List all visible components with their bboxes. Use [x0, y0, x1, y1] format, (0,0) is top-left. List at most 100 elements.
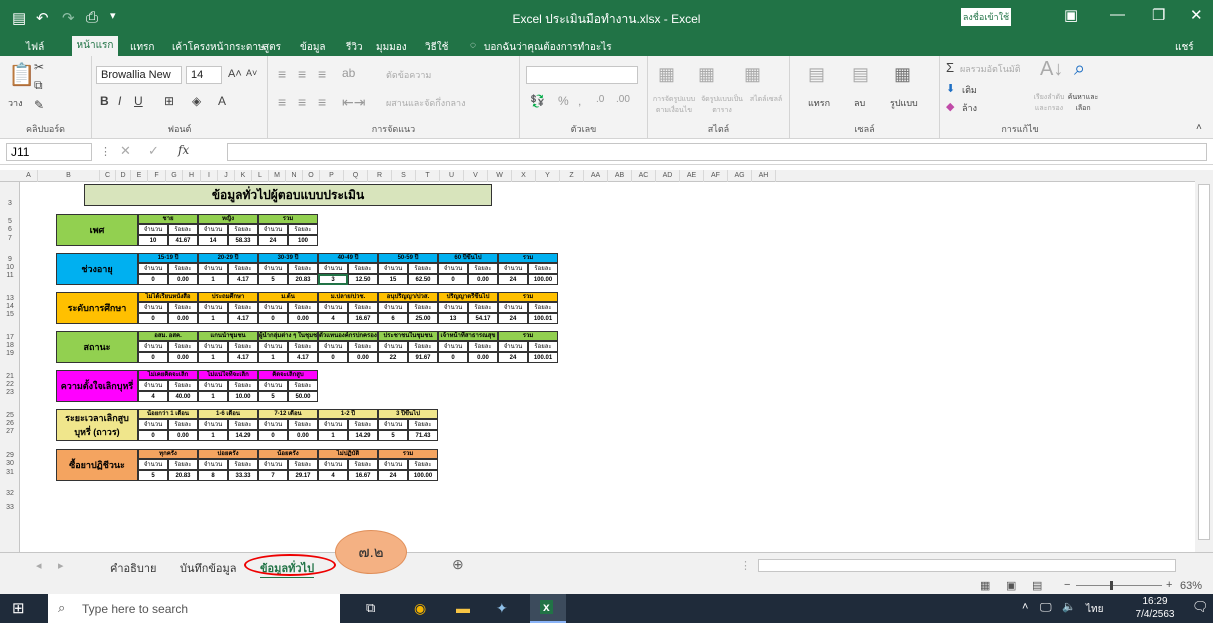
column-group-header[interactable]: ม.ปลาย/ปวช. [318, 292, 378, 302]
conditional-format-button[interactable]: การจัดรูปแบบตามเงื่อนไข [650, 94, 698, 116]
column-group-header[interactable]: รวม [498, 292, 558, 302]
subheader-cell[interactable]: จำนวน [258, 380, 288, 391]
zoom-out-icon[interactable]: − [1064, 579, 1070, 591]
input-language[interactable]: ไทย [1086, 602, 1103, 617]
subheader-cell[interactable]: จำนวน [138, 224, 168, 235]
value-cell[interactable]: 100 [288, 235, 318, 246]
clock-time[interactable]: 16:29 [1132, 596, 1178, 607]
row-header[interactable]: 33 [0, 504, 20, 511]
value-cell[interactable]: 1 [258, 352, 288, 363]
subheader-cell[interactable]: ร้อยละ [288, 380, 318, 391]
column-group-header[interactable]: รวม [498, 331, 558, 341]
row-header[interactable]: 13 [0, 295, 20, 302]
format-table-icon[interactable]: ▦ [698, 64, 715, 85]
column-header[interactable]: Q [344, 170, 368, 182]
more-options-icon[interactable]: ⋮ [100, 145, 111, 158]
cut-icon[interactable]: ✂ [34, 60, 44, 74]
value-cell[interactable]: 0.00 [348, 352, 378, 363]
column-header[interactable]: U [440, 170, 464, 182]
row-header[interactable]: 19 [0, 350, 20, 357]
zoom-slider[interactable] [1076, 585, 1162, 586]
subheader-cell[interactable]: ร้อยละ [348, 341, 378, 352]
tab-review[interactable]: รีวิว [346, 40, 363, 55]
format-cells-button[interactable]: รูปแบบ [890, 96, 918, 110]
value-cell[interactable]: 0.00 [468, 274, 498, 285]
subheader-cell[interactable]: ร้อยละ [288, 419, 318, 430]
column-header[interactable]: Z [560, 170, 584, 182]
italic-icon[interactable]: I [118, 94, 121, 108]
column-header[interactable]: P [320, 170, 344, 182]
subheader-cell[interactable]: ร้อยละ [528, 302, 558, 313]
value-cell[interactable]: 0 [438, 352, 468, 363]
value-cell[interactable]: 13 [438, 313, 468, 324]
network-icon[interactable]: 🖵 [1040, 600, 1052, 615]
font-color-icon[interactable]: A [218, 94, 226, 108]
value-cell[interactable]: 0 [138, 352, 168, 363]
value-cell[interactable]: 5 [258, 274, 288, 285]
tab-page-layout[interactable]: เค้าโครงหน้ากระดาษ [172, 40, 265, 55]
column-group-header[interactable]: แกนนำชุมชน [198, 331, 258, 341]
align-left-icon[interactable]: ≡ [278, 94, 286, 110]
notifications-icon[interactable]: 🗨 [1192, 599, 1209, 615]
value-cell[interactable]: 4 [138, 391, 168, 402]
value-cell[interactable]: 62.50 [408, 274, 438, 285]
value-cell[interactable]: 24 [498, 352, 528, 363]
column-header[interactable]: E [131, 170, 148, 182]
fill-icon[interactable]: ⬇ [946, 82, 955, 95]
column-group-header[interactable]: ทุกครั้ง [138, 449, 198, 459]
row-header[interactable]: 29 [0, 452, 20, 459]
sort-filter-button[interactable]: เรียงลำดับและกรอง [1030, 92, 1068, 114]
column-group-header[interactable]: ผู้นำกลุ่มต่าง ๆ ในชุมชน [258, 331, 318, 341]
minimize-icon[interactable]: — [1110, 6, 1125, 23]
subheader-cell[interactable]: จำนวน [318, 419, 348, 430]
row-header[interactable]: 22 [0, 381, 20, 388]
column-group-header[interactable]: 1-2 ปี [318, 409, 378, 419]
value-cell[interactable]: 25.00 [408, 313, 438, 324]
value-cell[interactable]: 15 [378, 274, 408, 285]
page-break-view-icon[interactable]: ▤ [1032, 579, 1042, 592]
column-header[interactable]: H [183, 170, 201, 182]
subheader-cell[interactable]: จำนวน [378, 341, 408, 352]
value-cell[interactable]: 50.00 [288, 391, 318, 402]
paste-icon[interactable]: 📋 [8, 62, 35, 88]
excel-taskbar-button[interactable]: x [530, 594, 566, 623]
conditional-format-icon[interactable]: ▦ [658, 64, 675, 85]
value-cell[interactable]: 100.00 [528, 274, 558, 285]
row-header[interactable]: 11 [0, 272, 20, 279]
column-header[interactable]: K [235, 170, 252, 182]
column-group-header[interactable]: ปริญญาตรีขึ้นไป [438, 292, 498, 302]
subheader-cell[interactable]: ร้อยละ [408, 419, 438, 430]
find-select-button[interactable]: ค้นหาและเลือก [1066, 92, 1100, 114]
row-header[interactable]: 6 [0, 226, 20, 233]
column-group-header[interactable]: อสม. อสค. [138, 331, 198, 341]
tray-chevron-icon[interactable]: ˄ [1022, 601, 1028, 613]
number-format-box[interactable] [526, 66, 638, 84]
row-header[interactable]: 30 [0, 460, 20, 467]
tab-file[interactable]: ไฟล์ [26, 40, 44, 55]
zoom-in-icon[interactable]: + [1166, 579, 1172, 591]
tab-help[interactable]: วิธีใช้ [425, 40, 448, 55]
value-cell[interactable]: 0.00 [168, 274, 198, 285]
subheader-cell[interactable]: จำนวน [138, 341, 168, 352]
value-cell[interactable]: 1 [198, 352, 228, 363]
value-cell[interactable]: 0 [258, 313, 288, 324]
bold-icon[interactable]: B [100, 94, 109, 108]
tab-home[interactable]: หน้าแรก [72, 36, 118, 56]
paint-icon[interactable]: ✦ [496, 600, 508, 617]
subheader-cell[interactable]: จำนวน [438, 302, 468, 313]
subheader-cell[interactable]: ร้อยละ [168, 263, 198, 274]
subheader-cell[interactable]: จำนวน [498, 263, 528, 274]
column-group-header[interactable]: ประถมศึกษา [198, 292, 258, 302]
value-cell[interactable]: 10.00 [228, 391, 258, 402]
subheader-cell[interactable]: ร้อยละ [288, 224, 318, 235]
subheader-cell[interactable]: ร้อยละ [228, 341, 258, 352]
close-icon[interactable]: ✕ [1190, 6, 1203, 24]
column-group-header[interactable]: ไม่เคยคิดจะเลิก [138, 370, 198, 380]
zoom-slider-thumb[interactable] [1110, 581, 1113, 590]
subheader-cell[interactable]: จำนวน [258, 302, 288, 313]
row-header[interactable]: 27 [0, 428, 20, 435]
column-header[interactable]: AH [752, 170, 776, 182]
value-cell[interactable]: 6 [378, 313, 408, 324]
currency-icon[interactable]: 💱 [530, 94, 545, 108]
column-header[interactable]: AC [632, 170, 656, 182]
